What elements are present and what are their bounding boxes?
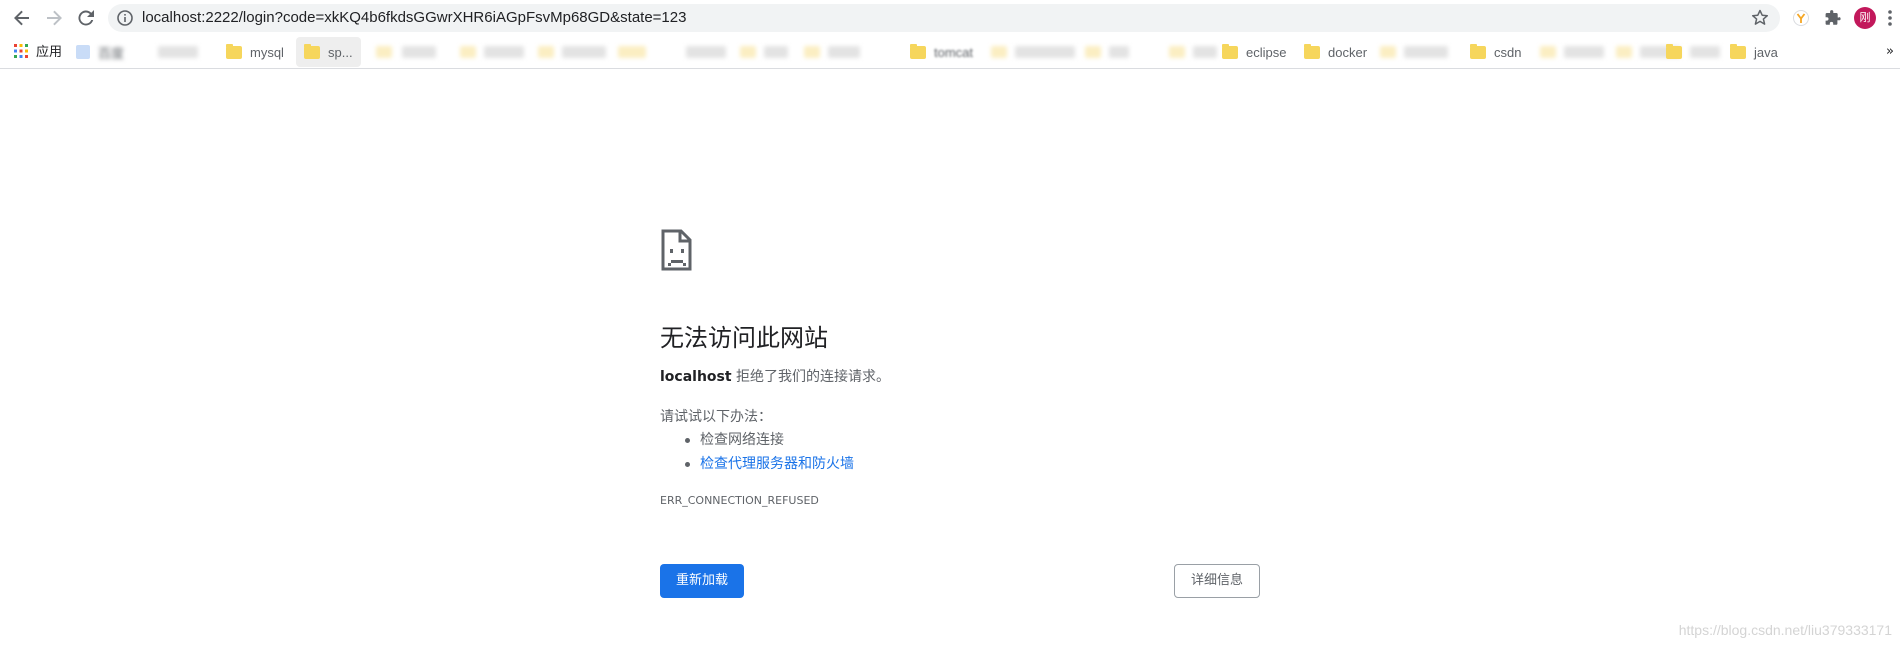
bookmark-label: docker [1328, 44, 1368, 60]
bookmark-baidu[interactable]: 百度 [76, 36, 199, 68]
arrow-left-icon [14, 10, 29, 26]
arrow-right-icon [47, 10, 62, 26]
bookmark-sp[interactable]: sp... [296, 37, 361, 67]
bookmark-label: sp... [328, 44, 353, 60]
more-vert-icon[interactable] [1886, 8, 1894, 28]
error-code: ERR_CONNECTION_REFUSED [660, 494, 819, 507]
error-title: 无法访问此网站 [660, 324, 828, 352]
profile-avatar[interactable]: 刚 [1854, 7, 1876, 29]
puzzle-extensions-icon[interactable] [1822, 7, 1844, 29]
bookmark-tomcat[interactable]: tomcat [910, 36, 1218, 68]
bookmark-label: 百度 [98, 45, 125, 61]
suggestion-check-proxy-link[interactable]: 检查代理服务器和防火墙 [660, 452, 854, 476]
error-description: localhost 拒绝了我们的连接请求。 [660, 366, 890, 386]
folder-icon [304, 43, 320, 59]
error-message: 拒绝了我们的连接请求。 [731, 369, 891, 385]
folder-icon [1222, 43, 1238, 59]
folder-icon [1470, 43, 1486, 59]
folder-icon [1730, 43, 1746, 59]
blurred-bookmark [158, 46, 199, 58]
suggestions-heading: 请试试以下办法： [660, 409, 772, 425]
watermark: https://blog.csdn.net/liu379333171 [1678, 622, 1892, 638]
page-icon [76, 45, 90, 59]
address-bar[interactable]: localhost:2222/login?code=xkKQ4b6fkdsGGw… [108, 4, 1780, 32]
star-icon[interactable] [1750, 8, 1770, 28]
browser-toolbar: localhost:2222/login?code=xkKQ4b6fkdsGGw… [0, 0, 1900, 36]
sad-page-icon [661, 229, 692, 271]
error-host: localhost [660, 369, 732, 385]
blurred-bookmarks-group-1 [376, 36, 860, 68]
bookmark-java[interactable]: java [1730, 36, 1778, 68]
reload-page-button[interactable] [72, 6, 100, 30]
blurred-bookmarks-group-2 [1380, 36, 1448, 68]
url-text[interactable]: localhost:2222/login?code=xkKQ4b6fkdsGGw… [142, 4, 686, 32]
forward-button[interactable] [40, 6, 68, 30]
folder-icon [910, 43, 926, 59]
reload-button[interactable]: 重新加载 [660, 564, 744, 598]
info-icon[interactable] [116, 9, 134, 27]
folder-icon [226, 43, 242, 59]
bookmark-label: tomcat [934, 44, 974, 60]
bookmark-eclipse[interactable]: eclipse [1222, 36, 1286, 68]
refresh-icon [78, 10, 94, 26]
bookmark-mysql[interactable]: mysql [226, 36, 284, 68]
suggestions-list: 检查网络连接 检查代理服务器和防火墙 [660, 428, 854, 476]
bookmark-label: eclipse [1246, 44, 1287, 60]
suggestion-check-network: 检查网络连接 [660, 428, 854, 452]
bookmark-blurred[interactable] [1666, 36, 1720, 68]
bookmark-label: csdn [1494, 44, 1522, 60]
blurred-bookmarks-group-3 [1540, 36, 1680, 68]
back-button[interactable] [8, 6, 36, 30]
bookmark-csdn[interactable]: csdn [1470, 36, 1521, 68]
bookmarks-overflow-button[interactable]: » [1886, 36, 1894, 68]
details-button[interactable]: 详细信息 [1174, 564, 1260, 598]
yandex-extension-icon[interactable] [1790, 7, 1812, 29]
bookmark-docker[interactable]: docker [1304, 36, 1367, 68]
bookmarks-bar: 应用 百度 mysql sp... tomcat eclipse docker … [0, 36, 1900, 69]
folder-icon [1304, 43, 1320, 59]
folder-icon [1666, 43, 1682, 59]
apps-grid-icon[interactable] [14, 44, 28, 58]
apps-label[interactable]: 应用 [36, 36, 62, 68]
bookmark-label: mysql [250, 44, 284, 60]
bookmark-label: java [1754, 44, 1778, 60]
